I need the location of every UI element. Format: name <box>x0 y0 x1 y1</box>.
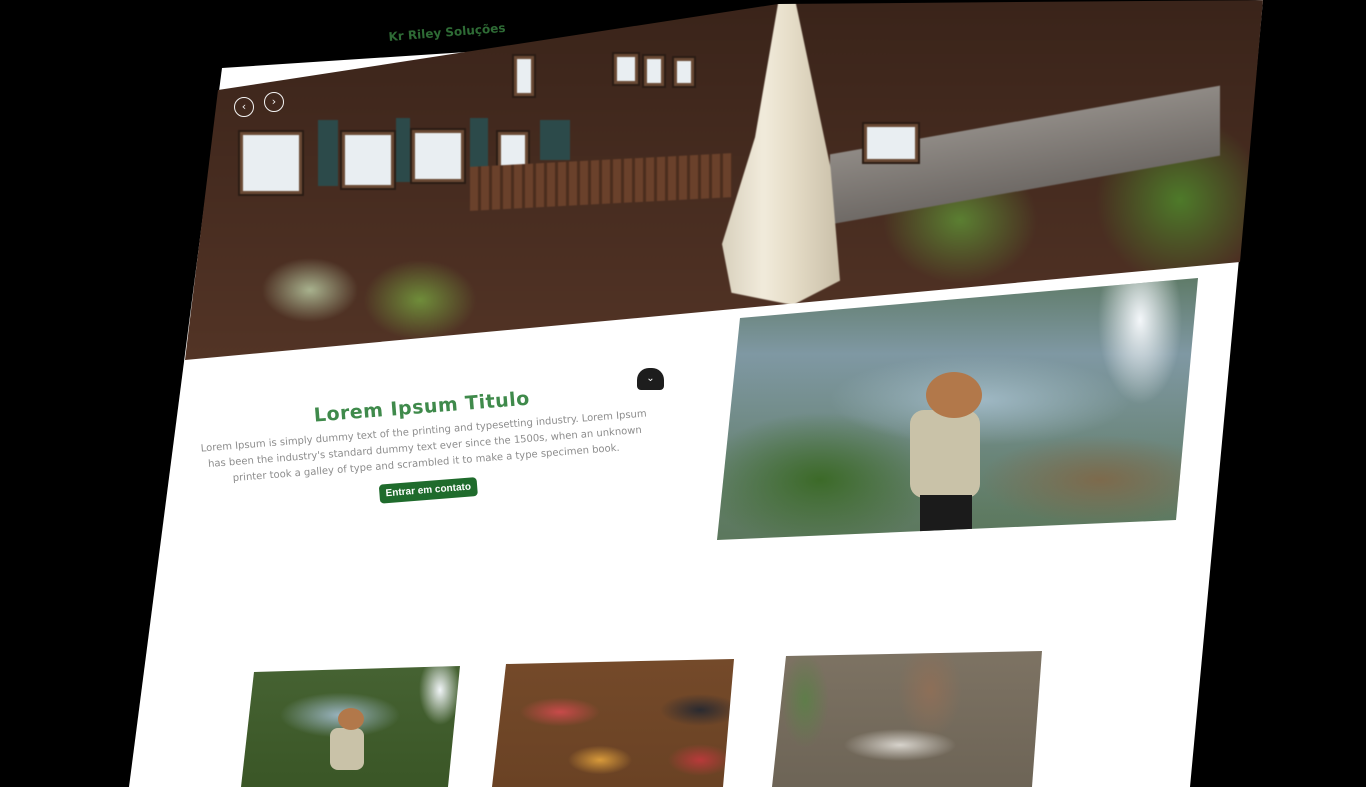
hero-next-button[interactable]: › <box>264 92 284 112</box>
hero-prev-button[interactable]: ‹ <box>234 97 254 117</box>
hero-shutter <box>318 120 338 186</box>
hiker-backpack <box>330 728 364 770</box>
screen: Kr Riley Soluções ‹ › ⌄ Lorem Ipsum Titu… <box>0 0 1366 787</box>
hero-window <box>410 128 466 184</box>
hero-window <box>340 130 396 190</box>
hiker-backpack <box>910 410 980 498</box>
hero-umbrella <box>722 0 840 305</box>
chevron-left-icon: ‹ <box>241 100 247 113</box>
chevron-down-icon: ⌄ <box>646 373 655 384</box>
hero-window <box>862 122 920 164</box>
hero-window <box>642 54 666 88</box>
hiker-hat <box>926 372 982 418</box>
site-brand[interactable]: Kr Riley Soluções <box>388 21 506 44</box>
hero-window <box>672 56 696 88</box>
hero-window <box>512 54 536 98</box>
hero-window <box>238 130 304 196</box>
chevron-right-icon: › <box>271 95 277 108</box>
hiker-legs <box>920 495 972 535</box>
hero-shutter <box>396 118 410 182</box>
hiker-hat <box>338 708 364 730</box>
hero-shutter <box>540 120 570 160</box>
hero-window <box>612 52 640 86</box>
